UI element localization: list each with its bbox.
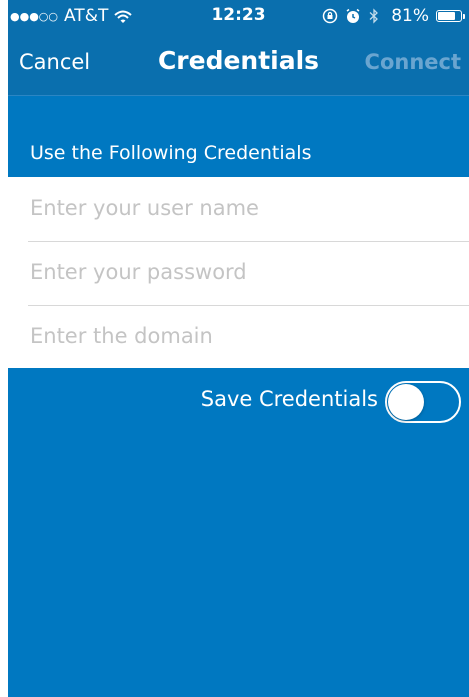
credentials-screen: ●●●○○ AT&T 12:23 81% Cancel Credentials … bbox=[8, 0, 469, 697]
toggle-knob[interactable] bbox=[388, 384, 424, 420]
section-title: Use the Following Credentials bbox=[30, 142, 312, 164]
status-bar: ●●●○○ AT&T 12:23 81% bbox=[8, 0, 469, 32]
status-right: 81% bbox=[322, 6, 465, 26]
save-credentials-label: Save Credentials bbox=[200, 387, 378, 411]
username-input[interactable] bbox=[28, 177, 450, 239]
password-row bbox=[28, 241, 469, 306]
username-row bbox=[28, 177, 469, 242]
battery-tip bbox=[463, 13, 465, 19]
domain-input[interactable] bbox=[28, 305, 450, 367]
bluetooth-icon bbox=[368, 8, 384, 24]
domain-row bbox=[28, 305, 469, 369]
save-credentials-toggle[interactable] bbox=[385, 381, 461, 423]
battery-level bbox=[438, 12, 455, 20]
battery-icon bbox=[436, 10, 462, 22]
password-input[interactable] bbox=[28, 241, 450, 303]
battery-percent: 81% bbox=[391, 6, 429, 26]
rotation-lock-icon bbox=[322, 8, 338, 24]
navigation-bar: Cancel Credentials Connect bbox=[8, 32, 469, 96]
connect-button[interactable]: Connect bbox=[365, 50, 461, 74]
credentials-form bbox=[8, 177, 469, 368]
alarm-icon bbox=[345, 8, 361, 24]
